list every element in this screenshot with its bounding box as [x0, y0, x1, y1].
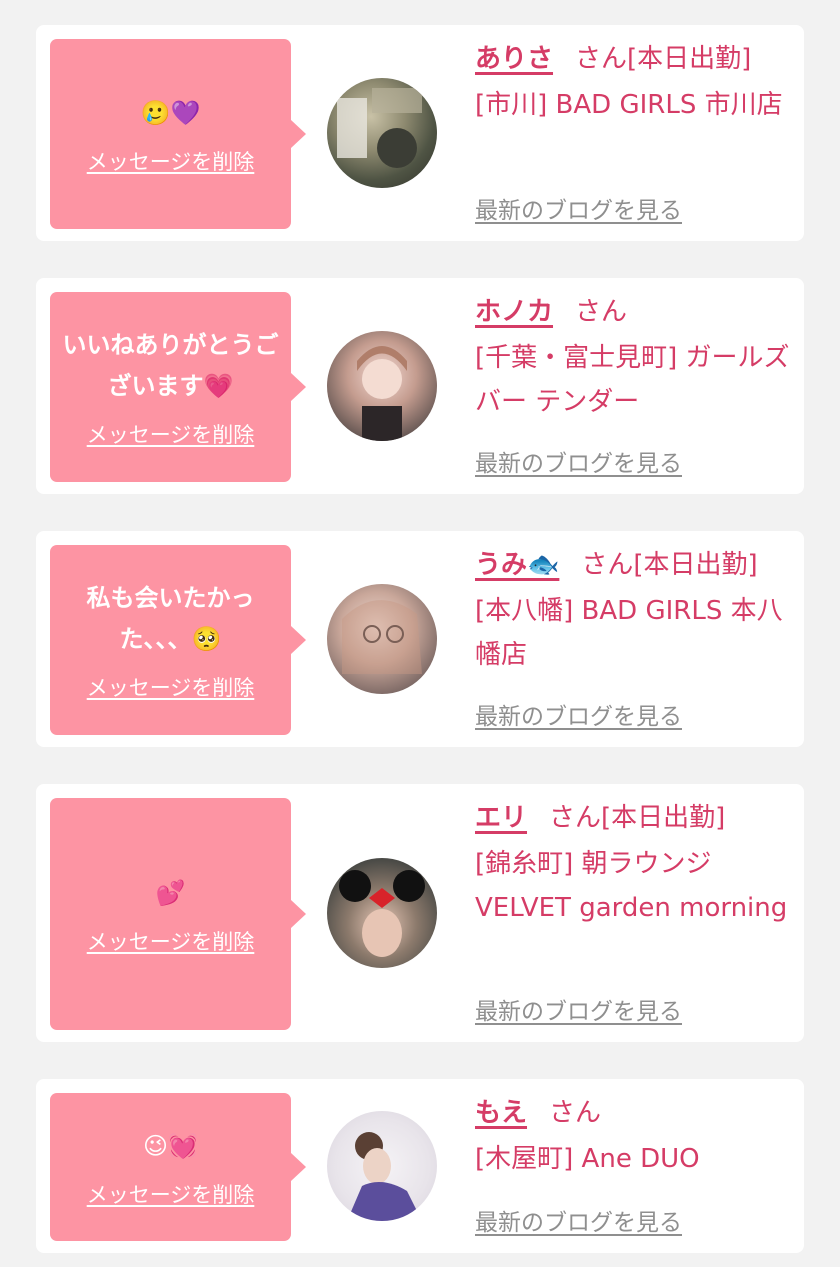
message-text: 😉💓 — [143, 1131, 198, 1160]
message-bubble: 🥲💜 メッセージを削除 — [50, 39, 306, 229]
avatar[interactable] — [327, 1111, 437, 1221]
cast-info: もえ さん [木屋町] Ane DUO — [475, 1093, 797, 1181]
delete-message-link[interactable]: メッセージを削除 — [87, 672, 255, 702]
latest-blog-link[interactable]: 最新のブログを見る — [475, 992, 682, 1026]
message-text: いいねありがとうございます💗 — [62, 331, 279, 400]
message-card: 私も会いたかった、、、🥺 メッセージを削除 うみ🐟 さん[本日出勤] [本八幡] … — [36, 531, 804, 747]
cast-name-link[interactable]: ホノカ — [475, 297, 553, 327]
shop-name: [千葉・富士見町] ガールズバー テンダー — [475, 343, 790, 417]
message-bubble: いいねありがとうございます💗 メッセージを削除 — [50, 292, 306, 482]
cast-info: エリ さん[本日出勤] [錦糸町] 朝ラウンジ VELVET garden mor… — [475, 798, 797, 930]
latest-blog-link[interactable]: 最新のブログを見る — [475, 1203, 682, 1237]
shop-name: [錦糸町] 朝ラウンジ VELVET garden morning — [475, 849, 788, 923]
cast-suffix: さん[本日出勤] — [575, 44, 752, 74]
message-bubble: 私も会いたかった、、、🥺 メッセージを削除 — [50, 545, 306, 735]
latest-blog-link[interactable]: 最新のブログを見る — [475, 444, 682, 478]
message-bubble: 😉💓 メッセージを削除 — [50, 1093, 306, 1241]
shop-name: [市川] BAD GIRLS 市川店 — [475, 90, 783, 120]
latest-blog-link[interactable]: 最新のブログを見る — [475, 697, 682, 731]
message-text: 🥲💜 — [140, 98, 201, 127]
message-text: 私も会いたかった、、、🥺 — [86, 584, 255, 653]
avatar-photo — [337, 88, 422, 168]
message-card: いいねありがとうございます💗 メッセージを削除 ホノカ さん [千葉・富士見町] … — [36, 278, 804, 494]
avatar[interactable] — [327, 584, 437, 694]
avatar-photo — [342, 600, 422, 674]
avatar[interactable] — [327, 331, 437, 441]
delete-message-link[interactable]: メッセージを削除 — [87, 1179, 255, 1209]
message-bubble: 💕 メッセージを削除 — [50, 798, 306, 1030]
message-text: 💕 — [155, 878, 186, 907]
cast-name-link[interactable]: エリ — [475, 803, 527, 833]
delete-message-link[interactable]: メッセージを削除 — [87, 419, 255, 449]
message-card: 💕 メッセージを削除 エリ さん[本日出勤] [錦糸町] 朝ラウンジ VELVET… — [36, 784, 804, 1042]
delete-message-link[interactable]: メッセージを削除 — [87, 926, 255, 956]
message-card: 😉💓 メッセージを削除 もえ さん [木屋町] Ane DUO 最新のブログを見る — [36, 1079, 804, 1253]
cast-suffix: さん[本日出勤] — [581, 550, 758, 580]
avatar-photo — [357, 346, 407, 441]
cast-name-link[interactable]: うみ🐟 — [475, 550, 559, 580]
cast-info: ホノカ さん [千葉・富士見町] ガールズバー テンダー — [475, 292, 797, 424]
cast-suffix: さん — [549, 1098, 602, 1128]
cast-info: うみ🐟 さん[本日出勤] [本八幡] BAD GIRLS 本八幡店 — [475, 545, 797, 677]
shop-name: [木屋町] Ane DUO — [475, 1144, 700, 1174]
cast-suffix: さん — [575, 297, 628, 327]
cast-name-link[interactable]: もえ — [475, 1098, 527, 1128]
cast-suffix: さん[本日出勤] — [549, 803, 726, 833]
cast-info: ありさ さん[本日出勤] [市川] BAD GIRLS 市川店 — [475, 39, 797, 127]
cast-name-link[interactable]: ありさ — [475, 44, 553, 74]
avatar-photo — [347, 1132, 422, 1221]
message-card: 🥲💜 メッセージを削除 ありさ さん[本日出勤] [市川] BAD GIRLS 市… — [36, 25, 804, 241]
avatar-photo — [339, 870, 425, 957]
avatar[interactable] — [327, 858, 437, 968]
avatar[interactable] — [327, 78, 437, 188]
shop-name: [本八幡] BAD GIRLS 本八幡店 — [475, 596, 783, 670]
latest-blog-link[interactable]: 最新のブログを見る — [475, 191, 682, 225]
delete-message-link[interactable]: メッセージを削除 — [87, 146, 255, 176]
